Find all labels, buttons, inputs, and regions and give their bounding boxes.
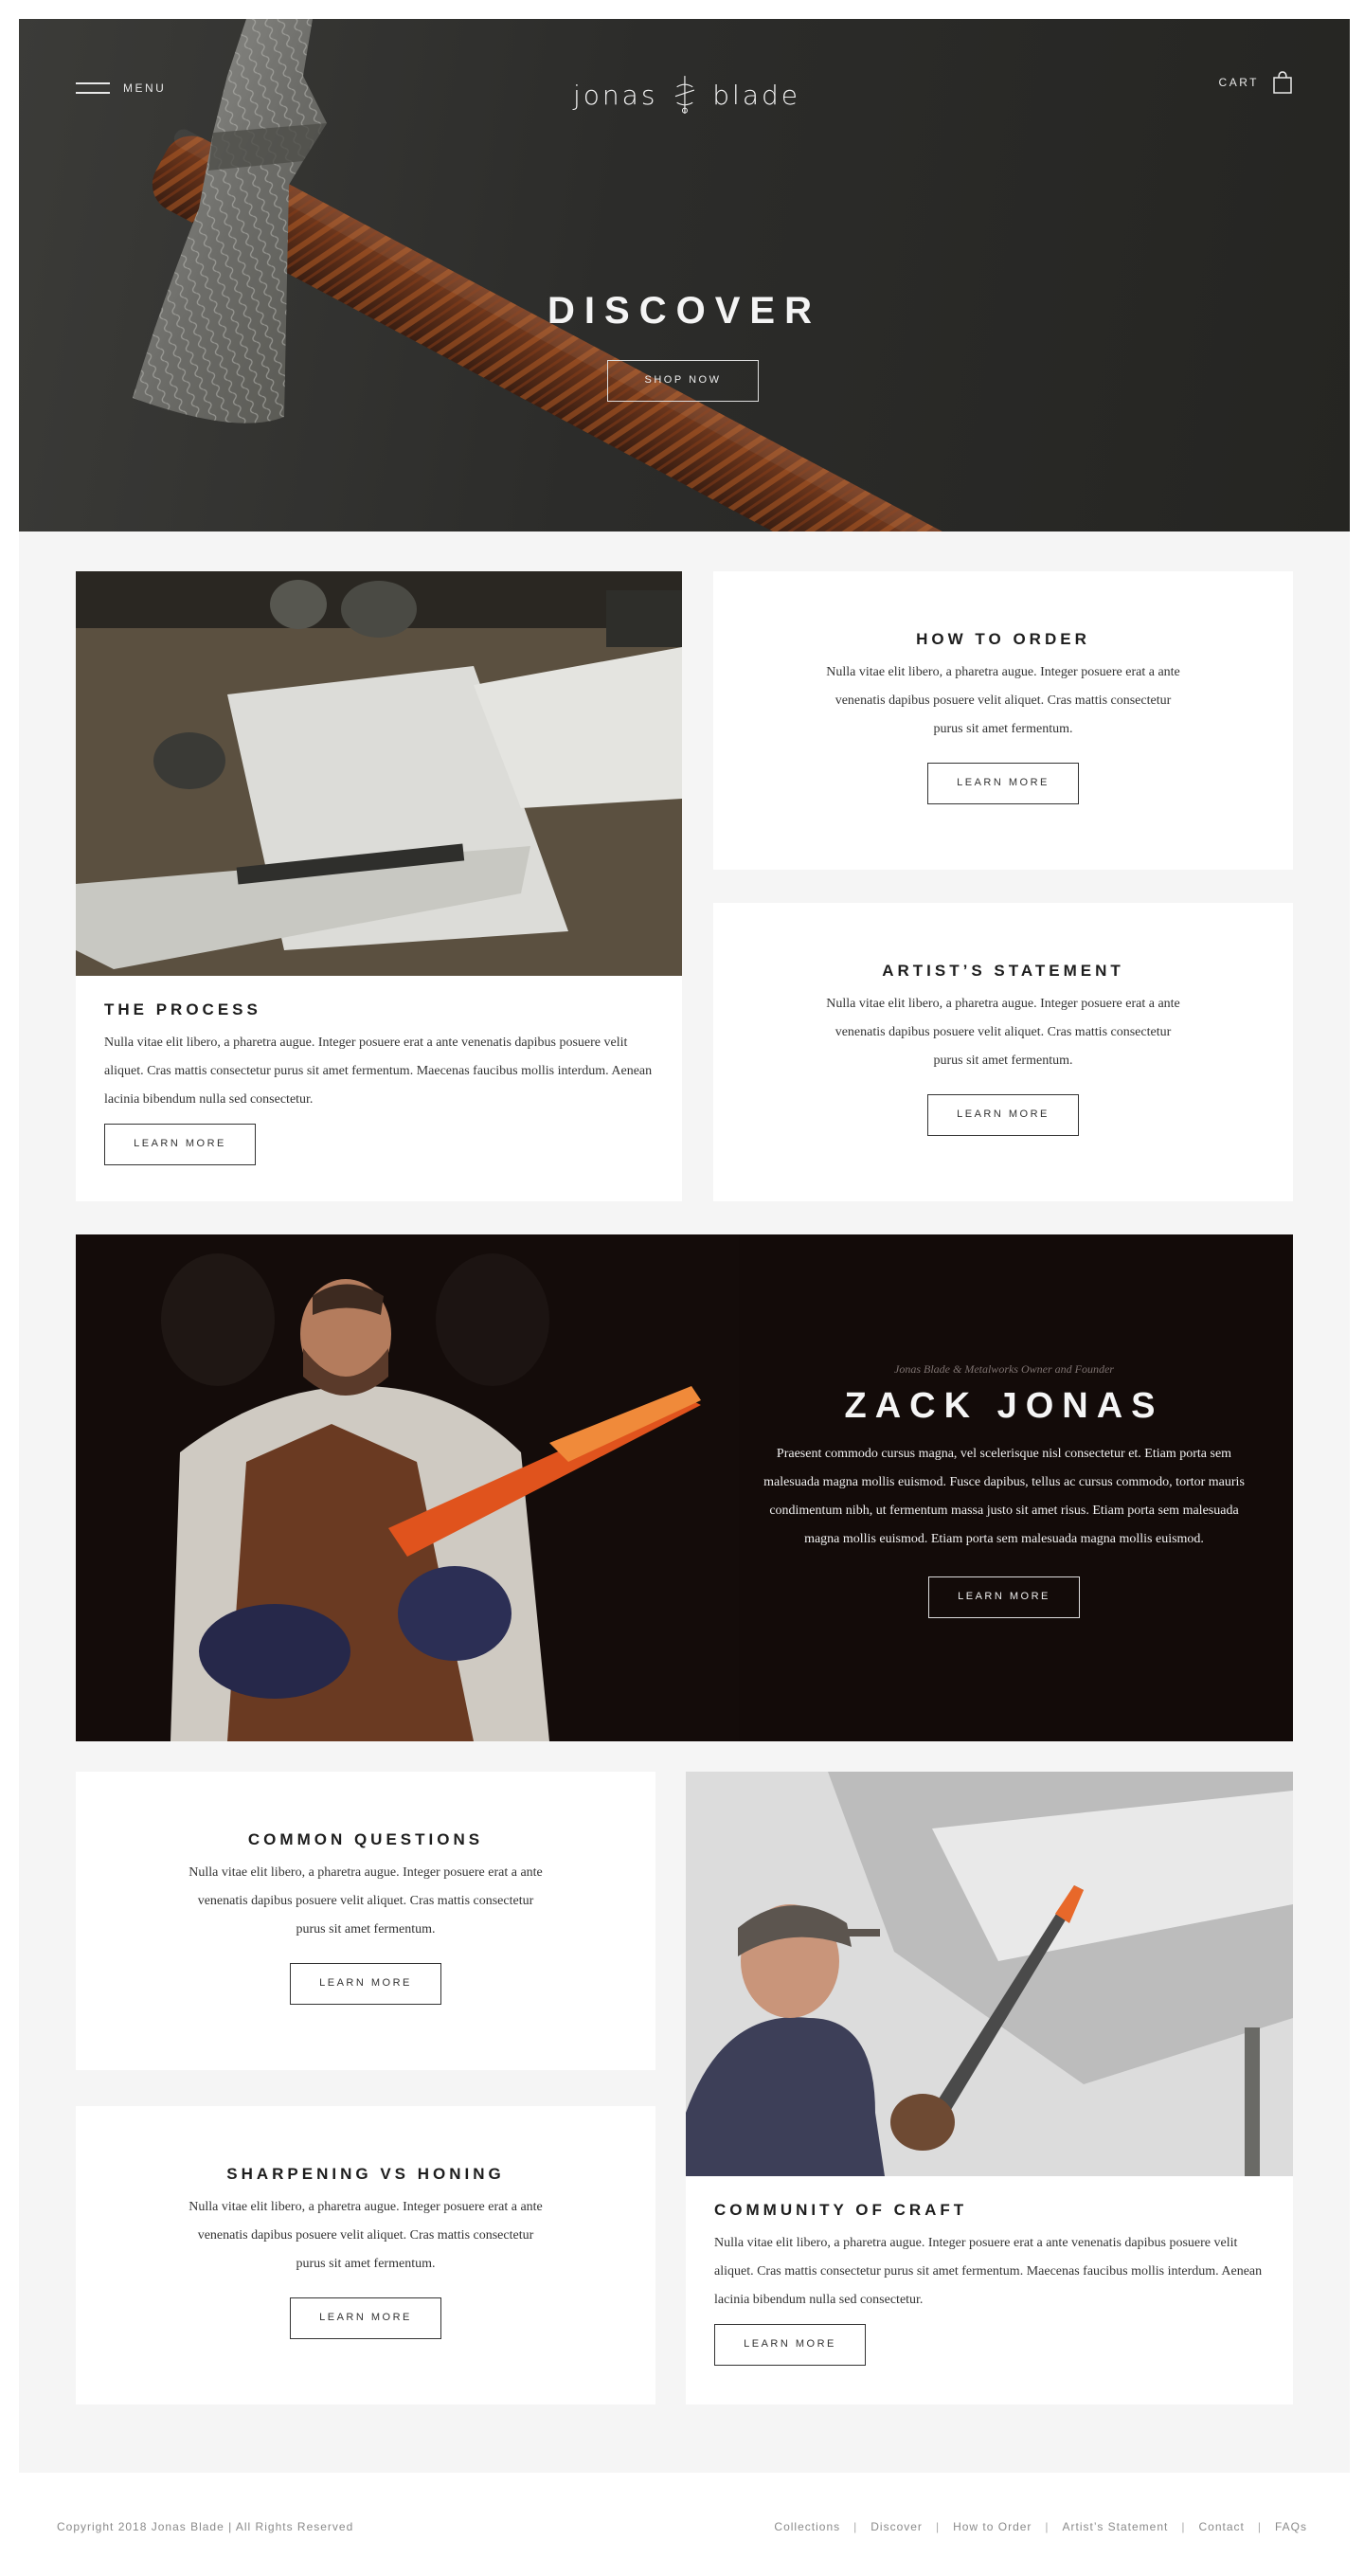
sharpening-text: Nulla vitae elit libero, a pharetra augu… bbox=[188, 2200, 543, 2271]
footer-link-contact[interactable]: Contact bbox=[1199, 2520, 1245, 2533]
how-to-order-text: Nulla vitae elit libero, a pharetra augu… bbox=[826, 665, 1180, 736]
footer-link-how-to-order[interactable]: How to Order bbox=[953, 2520, 1032, 2533]
hamburger-icon bbox=[76, 82, 110, 94]
footer-link-discover[interactable]: Discover bbox=[870, 2520, 923, 2533]
common-questions-title: COMMON QUESTIONS bbox=[247, 1830, 484, 1848]
hero-section: MENU jonas blade CART DISCOVER SHOP NOW bbox=[19, 19, 1350, 531]
site-logo[interactable]: jonas blade bbox=[573, 66, 800, 123]
founder-text: Jonas Blade & Metalworks Owner and Found… bbox=[758, 1362, 1250, 1618]
footer-link-faqs[interactable]: FAQs bbox=[1275, 2520, 1307, 2533]
footer-separator: | bbox=[1045, 2520, 1050, 2533]
community-text: Nulla vitae elit libero, a pharetra augu… bbox=[714, 2236, 1263, 2307]
shopping-bag-icon bbox=[1273, 71, 1292, 94]
founder-subtitle: Jonas Blade & Metalworks Owner and Found… bbox=[894, 1362, 1114, 1376]
footer-link-collections[interactable]: Collections bbox=[774, 2520, 840, 2533]
artists-statement-card: ARTIST’S STATEMENT Nulla vitae elit libe… bbox=[713, 903, 1293, 1201]
forge-photo bbox=[686, 1772, 1293, 2176]
founder-description: Praesent commodo cursus magna, vel scele… bbox=[763, 1447, 1245, 1546]
footer-links: Collections | Discover | How to Order | … bbox=[774, 2520, 1307, 2533]
community-body: COMMUNITY OF CRAFT Nulla vitae elit libe… bbox=[714, 2201, 1265, 2366]
common-questions-text: Nulla vitae elit libero, a pharetra augu… bbox=[188, 1865, 543, 1937]
artists-statement-text: Nulla vitae elit libero, a pharetra augu… bbox=[826, 997, 1180, 1068]
copyright-text: Copyright 2018 Jonas Blade | All Rights … bbox=[57, 2520, 354, 2533]
shop-now-button[interactable]: SHOP NOW bbox=[607, 360, 759, 402]
footer-separator: | bbox=[1257, 2520, 1262, 2533]
logo-text-left: jonas bbox=[573, 79, 658, 111]
site-footer: Copyright 2018 Jonas Blade | All Rights … bbox=[57, 2520, 1307, 2533]
common-questions-learn-more-button[interactable]: LEARN MORE bbox=[290, 1963, 441, 2005]
process-learn-more-button[interactable]: LEARN MORE bbox=[104, 1124, 256, 1165]
community-image bbox=[686, 1772, 1293, 2176]
how-to-order-card: HOW TO ORDER Nulla vitae elit libero, a … bbox=[713, 571, 1293, 870]
footer-link-artists-statement[interactable]: Artist’s Statement bbox=[1063, 2520, 1169, 2533]
process-image bbox=[76, 571, 682, 976]
community-card: COMMUNITY OF CRAFT Nulla vitae elit libe… bbox=[686, 1772, 1293, 2405]
founder-name: ZACK JONAS bbox=[844, 1386, 1164, 1426]
artists-statement-learn-more-button[interactable]: LEARN MORE bbox=[927, 1094, 1079, 1136]
process-text: Nulla vitae elit libero, a pharetra augu… bbox=[104, 1036, 653, 1107]
common-questions-card: COMMON QUESTIONS Nulla vitae elit libero… bbox=[76, 1772, 655, 2070]
menu-button[interactable]: MENU bbox=[76, 81, 166, 95]
founder-feature: Jonas Blade & Metalworks Owner and Found… bbox=[76, 1234, 1293, 1741]
sharpening-title: SHARPENING VS HONING bbox=[226, 2165, 505, 2183]
community-learn-more-button[interactable]: LEARN MORE bbox=[714, 2324, 866, 2366]
community-title: COMMUNITY OF CRAFT bbox=[714, 2201, 968, 2219]
process-title: THE PROCESS bbox=[104, 1000, 261, 1018]
process-card: THE PROCESS Nulla vitae elit libero, a p… bbox=[76, 571, 682, 1201]
how-to-order-learn-more-button[interactable]: LEARN MORE bbox=[927, 763, 1079, 804]
workbench-photo bbox=[76, 571, 682, 976]
footer-separator: | bbox=[935, 2520, 941, 2533]
how-to-order-title: HOW TO ORDER bbox=[916, 630, 1090, 648]
logo-text-right: blade bbox=[712, 79, 800, 111]
founder-photo bbox=[76, 1234, 739, 1741]
artists-statement-title: ARTIST’S STATEMENT bbox=[882, 962, 1124, 980]
footer-separator: | bbox=[1181, 2520, 1186, 2533]
hero-title: DISCOVER bbox=[547, 290, 821, 332]
sharpening-learn-more-button[interactable]: LEARN MORE bbox=[290, 2297, 441, 2339]
sharpening-card: SHARPENING VS HONING Nulla vitae elit li… bbox=[76, 2106, 655, 2405]
footer-separator: | bbox=[853, 2520, 858, 2533]
founder-learn-more-button[interactable]: LEARN MORE bbox=[928, 1576, 1080, 1618]
logo-mark-icon bbox=[675, 76, 695, 114]
cart-button[interactable]: CART bbox=[1219, 70, 1293, 95]
page-container: MENU jonas blade CART DISCOVER SHOP NOW bbox=[19, 19, 1350, 2473]
cart-label: CART bbox=[1218, 76, 1259, 89]
menu-label: MENU bbox=[123, 81, 167, 95]
process-body: THE PROCESS Nulla vitae elit libero, a p… bbox=[104, 1000, 654, 1165]
